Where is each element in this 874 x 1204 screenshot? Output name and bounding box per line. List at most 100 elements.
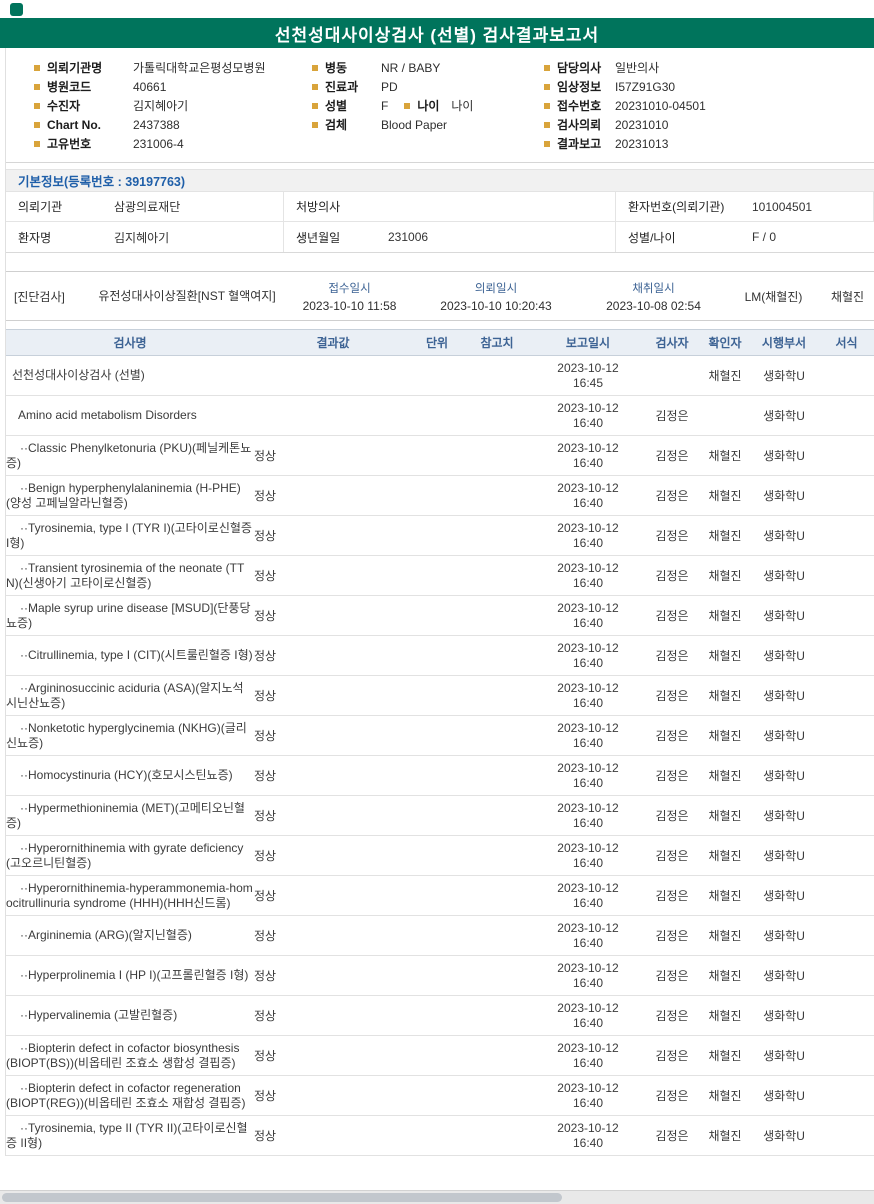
table-row[interactable]: ··Citrullinemia, type I (CIT)(시트룰린혈증 I형)… — [6, 635, 874, 676]
department-name: 생화학U — [750, 715, 818, 756]
result-value: 정상 — [254, 795, 412, 836]
reference-range — [462, 755, 532, 796]
reference-range — [462, 1115, 532, 1156]
unit-value — [412, 955, 462, 996]
reference-range — [462, 955, 532, 996]
report-datetime: 2023-10-12 16:40 — [532, 875, 644, 916]
department-name: 생화학U — [750, 675, 818, 716]
tester-name: 김정은 — [644, 715, 700, 756]
reference-range — [462, 555, 532, 596]
tester-name: 김정은 — [644, 835, 700, 876]
table-row[interactable]: ··Hypermethioninemia (MET)(고메티오닌혈증) 정상 2… — [6, 795, 874, 836]
info-value: PD — [381, 79, 398, 94]
info-label: 접수번호 — [557, 99, 602, 113]
confirmer-name: 채혈진 — [700, 355, 750, 396]
department-name: 생화학U — [750, 1075, 818, 1116]
basic-info-title: 기본정보(등록번호 : 39197763) — [18, 175, 186, 189]
report-datetime: 2023-10-12 16:40 — [532, 835, 644, 876]
form-value — [818, 635, 874, 676]
report-datetime: 2023-10-12 16:40 — [532, 515, 644, 556]
form-value — [818, 1075, 874, 1116]
test-name: ··Transient tyrosinemia of the neonate (… — [6, 555, 254, 596]
divider — [6, 162, 874, 163]
table-row[interactable]: ··Argininemia (ARG)(알지닌혈증) 정상 2023-10-12… — [6, 915, 874, 956]
table-row[interactable]: ··Biopterin defect in cofactor regenerat… — [6, 1075, 874, 1116]
info-row: 담당의사 일반의사 — [544, 58, 874, 77]
field-value: 김지혜아기 — [106, 222, 284, 252]
table-row[interactable]: 선천성대사이상검사 (선별) 2023-10-12 16:45 채혈진 생화학U — [6, 355, 874, 396]
tester-name: 김정은 — [644, 995, 700, 1036]
bullet-icon — [34, 121, 40, 128]
column-header: 확인자 — [700, 329, 750, 356]
department-name: 생화학U — [750, 995, 818, 1036]
report-datetime: 2023-10-12 16:40 — [532, 995, 644, 1036]
info-label: 고유번호 — [47, 137, 92, 151]
collector-name: LM(채혈진) — [744, 289, 803, 304]
reference-range — [462, 515, 532, 556]
department-name: 생화학U — [750, 1115, 818, 1156]
department-name: 생화학U — [750, 395, 818, 436]
tester-name: 김정은 — [644, 475, 700, 516]
unit-value — [412, 595, 462, 636]
report-datetime: 2023-10-12 16:40 — [532, 1075, 644, 1116]
test-name: Amino acid metabolism Disorders — [6, 395, 254, 436]
table-row[interactable]: ··Maple syrup urine disease [MSUD](단풍당뇨증… — [6, 595, 874, 636]
field-label: 생년월일 — [296, 230, 341, 245]
form-value — [818, 355, 874, 396]
info-value: Blood Paper — [381, 117, 448, 132]
results-table: 검사명 결과값 단위 참고치 보고일시 검사자 확인자 시행부서 서식 선천성대사이상검사 (선… — [6, 329, 874, 1156]
table-row[interactable]: ··Benign hyperphenylalaninemia (H-PHE)(양… — [6, 475, 874, 516]
table-row[interactable]: ··Hyperornithinemia-hyperammonemia-homoc… — [6, 875, 874, 916]
table-row[interactable]: ··Transient tyrosinemia of the neonate (… — [6, 555, 874, 596]
bullet-icon — [312, 83, 318, 90]
table-row[interactable]: ··Tyrosinemia, type I (TYR I)(고타이로신혈증 I형… — [6, 515, 874, 556]
tester-name: 김정은 — [644, 755, 700, 796]
bullet-icon — [404, 102, 411, 109]
report-datetime: 2023-10-12 16:40 — [532, 955, 644, 996]
info-value: 2437388 — [133, 117, 180, 132]
department-name: 생화학U — [750, 555, 818, 596]
column-header: 서식 — [818, 329, 874, 356]
confirmer-name: 채혈진 — [700, 875, 750, 916]
tester-name: 김정은 — [644, 595, 700, 636]
result-value: 정상 — [254, 955, 412, 996]
table-row[interactable]: ··Homocystinuria (HCY)(호모시스틴뇨증) 정상 2023-… — [6, 755, 874, 796]
horizontal-scrollbar[interactable] — [0, 1190, 874, 1204]
table-row[interactable]: ··Hyperprolinemia I (HP I)(고프롤린혈증 I형) 정상… — [6, 955, 874, 996]
table-row[interactable]: ··Nonketotic hyperglycinemia (NKHG)(글리신뇨… — [6, 715, 874, 756]
table-row[interactable]: ··Classic Phenylketonuria (PKU)(페닐케톤뇨증) … — [6, 435, 874, 476]
result-value: 정상 — [254, 635, 412, 676]
department-name: 생화학U — [750, 435, 818, 476]
field-label: 처방의사 — [284, 192, 380, 222]
test-name: ··Citrullinemia, type I (CIT)(시트룰린혈증 I형) — [6, 635, 254, 676]
test-name: ··Argininosuccinic aciduria (ASA)(알지노석시닌… — [6, 675, 254, 716]
report-datetime: 2023-10-12 16:45 — [532, 355, 644, 396]
table-row[interactable]: ··Tyrosinemia, type II (TYR II)(고타이로신혈증 … — [6, 1115, 874, 1156]
tester-name: 김정은 — [644, 915, 700, 956]
app-icon — [10, 3, 23, 16]
table-row[interactable]: Amino acid metabolism Disorders 2023-10-… — [6, 395, 874, 436]
test-name: ··Nonketotic hyperglycinemia (NKHG)(글리신뇨… — [6, 715, 254, 756]
field-value: 삼광의료재단 — [106, 192, 284, 222]
info-column-visit: 병동 NR / BABY 진료과 PD 성별 F 나이 나이 검체 Blood P… — [312, 58, 544, 153]
result-value: 정상 — [254, 555, 412, 596]
table-row[interactable]: ··Biopterin defect in cofactor biosynthe… — [6, 1035, 874, 1076]
tester-name: 김정은 — [644, 1075, 700, 1116]
unit-value — [412, 755, 462, 796]
form-value — [818, 955, 874, 996]
info-value: 20231013 — [615, 136, 669, 151]
info-label: Chart No. — [47, 117, 101, 132]
table-row[interactable]: ··Argininosuccinic aciduria (ASA)(알지노석시닌… — [6, 675, 874, 716]
table-row[interactable]: ··Hypervalinemia (고발린혈증) 정상 2023-10-12 16… — [6, 995, 874, 1036]
test-name: ··Hypermethioninemia (MET)(고메티오닌혈증) — [6, 795, 254, 836]
unit-value — [412, 795, 462, 836]
info-value: 일반의사 — [615, 61, 660, 75]
department-name: 생화학U — [750, 795, 818, 836]
report-datetime: 2023-10-12 16:40 — [532, 555, 644, 596]
confirmer-name: 채혈진 — [700, 595, 750, 636]
table-row[interactable]: ··Hyperornithinemia with gyrate deficien… — [6, 835, 874, 876]
order-row[interactable]: [진단검사] 유전성대사이상질환[NST 혈액여지] 접수일시 2023-10-… — [6, 271, 874, 321]
report-datetime: 2023-10-12 16:40 — [532, 1115, 644, 1156]
confirmer-name: 채혈진 — [700, 715, 750, 756]
scrollbar-thumb[interactable] — [2, 1193, 562, 1202]
